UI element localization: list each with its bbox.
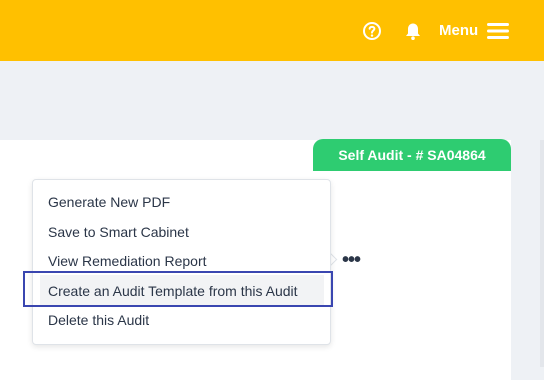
help-icon[interactable] (362, 21, 382, 41)
more-actions-button[interactable]: ••• (336, 250, 366, 270)
menu-item-generate-pdf[interactable]: Generate New PDF (48, 193, 170, 211)
audit-badge: Self Audit - # SA04864 (313, 139, 511, 171)
menu-label[interactable]: Menu (439, 22, 478, 40)
hamburger-icon[interactable] (487, 21, 509, 41)
menu-item-save-smart-cabinet[interactable]: Save to Smart Cabinet (48, 223, 189, 241)
audit-badge-text: Self Audit - # SA04864 (338, 147, 486, 163)
menu-item-view-remediation-report[interactable]: View Remediation Report (48, 252, 207, 270)
side-panel-edge (540, 140, 544, 367)
bell-icon[interactable] (403, 21, 423, 41)
top-bar: Menu (0, 0, 544, 61)
menu-item-delete-audit[interactable]: Delete this Audit (48, 311, 149, 329)
highlight-box (23, 271, 333, 307)
